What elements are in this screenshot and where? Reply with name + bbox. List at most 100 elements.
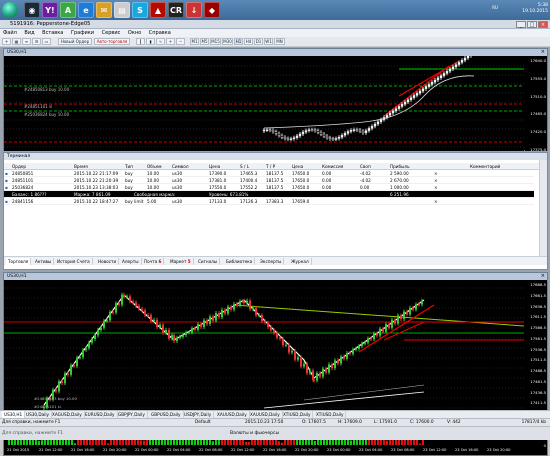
chart-main-plot[interactable]: #24850813 buy 10.00 #24851101 sl: [4, 280, 524, 415]
order-row[interactable]: ▪ 24850851 2015.10.22 21:17:09 buy 10.00 us30…: [4, 170, 534, 177]
order-price: 17550.0: [209, 185, 227, 190]
timeframe-w1[interactable]: W1: [264, 38, 273, 45]
new-order-button[interactable]: Новый Ордер: [58, 38, 92, 45]
candle-body: [370, 126, 374, 129]
skype-icon[interactable]: S: [132, 2, 148, 18]
tab-mailbox[interactable]: Почта 6: [142, 258, 165, 265]
timeframe-m5[interactable]: M5: [200, 38, 209, 45]
terminal-icon[interactable]: ▭: [42, 38, 51, 45]
auto-trading-button[interactable]: Авто-торговля: [94, 38, 130, 45]
zoom-out-icon[interactable]: −: [176, 38, 185, 45]
timeframe-h4[interactable]: H4: [244, 38, 253, 45]
zoom-in-icon[interactable]: +: [166, 38, 175, 45]
close-order-icon[interactable]: ×: [434, 170, 438, 177]
col-volume[interactable]: Объем: [147, 163, 162, 170]
chart-window-top[interactable]: US30,H1 × US30,H1 17622.0 17639.0 17622.…: [3, 48, 548, 152]
tab-alerts[interactable]: Алерты: [120, 258, 142, 265]
pending-close-icon[interactable]: ×: [434, 198, 438, 205]
timeframe-m30[interactable]: M30: [222, 38, 233, 45]
histogram-bar: [311, 439, 313, 445]
menu-insert[interactable]: Вставка: [42, 30, 63, 36]
bar-chart-icon[interactable]: ┃: [136, 38, 145, 45]
tab-library[interactable]: Библиотека: [224, 258, 256, 265]
candle-body: [182, 335, 184, 337]
candle-body: [123, 294, 125, 297]
candle-body: [282, 338, 284, 346]
market-watch-icon[interactable]: ≡: [22, 38, 31, 45]
minimize-icon[interactable]: _: [516, 21, 526, 28]
close-icon[interactable]: ×: [538, 21, 548, 28]
col-commission[interactable]: Комиссия: [322, 163, 343, 170]
tab-signals[interactable]: Сигналы: [196, 258, 221, 265]
col-order[interactable]: Ордер: [12, 163, 26, 170]
menu-tools[interactable]: Сервис: [102, 30, 121, 36]
maximize-icon[interactable]: □: [527, 21, 537, 28]
new-chart-icon[interactable]: +: [2, 38, 11, 45]
candle-body: [309, 370, 311, 374]
menu-file[interactable]: Файл: [3, 30, 17, 36]
col-symbol[interactable]: Символ: [172, 163, 189, 170]
close-icon[interactable]: ×: [541, 49, 545, 56]
col-price[interactable]: Цена: [209, 163, 220, 170]
candle-body: [168, 329, 170, 339]
tab-news[interactable]: Новости: [96, 258, 120, 265]
col-swap[interactable]: Своп: [360, 163, 371, 170]
timeframe-m15[interactable]: M15: [210, 38, 221, 45]
menu-window[interactable]: Окно: [128, 30, 141, 36]
candle-chart-icon[interactable]: ▮: [146, 38, 155, 45]
language-indicator[interactable]: RU: [492, 5, 498, 13]
tab-market[interactable]: Маркет 5: [168, 258, 194, 265]
candle-body: [364, 342, 366, 344]
timeframe-m1[interactable]: M1: [190, 38, 199, 45]
line-chart-icon[interactable]: ∿: [156, 38, 165, 45]
menu-charts[interactable]: Графики: [71, 30, 94, 36]
margin-level: Уровень: 673.81%: [209, 192, 249, 197]
tab-experts[interactable]: Эксперты: [258, 258, 285, 265]
col-profit[interactable]: Прибыль: [390, 163, 410, 170]
order-row[interactable]: ▪ 24851101 2015.10.22 21:20:39 buy 10.00 us30…: [4, 177, 534, 184]
tab-exposure[interactable]: Активы: [33, 258, 55, 265]
menu-help[interactable]: Справка: [149, 30, 171, 36]
menu-view[interactable]: Вид: [24, 30, 34, 36]
pending-order-row[interactable]: ▪ 24841156 2015.10.22 18:47:27 buy limit…: [4, 198, 534, 205]
tab-trade[interactable]: Торговля: [6, 258, 32, 265]
close-order-icon[interactable]: ×: [434, 177, 438, 184]
clock[interactable]: 5:38 19.10.2015: [518, 3, 548, 15]
candle-body: [265, 129, 269, 131]
col-time[interactable]: Время: [74, 163, 88, 170]
col-tp[interactable]: T / P: [266, 163, 275, 170]
timeframe-d1[interactable]: D1: [254, 38, 263, 45]
timeframe-mn[interactable]: MN: [274, 38, 285, 45]
balance-label: Баланс: 1 86???: [12, 192, 47, 197]
col-sl[interactable]: S / L: [240, 163, 249, 170]
candle-body: [373, 123, 377, 127]
navigator-icon[interactable]: ☰: [32, 38, 41, 45]
col-type[interactable]: Тип: [125, 163, 133, 170]
mail-icon[interactable]: ✉: [96, 2, 112, 18]
close-order-icon[interactable]: ×: [434, 184, 438, 191]
file-icon[interactable]: ▤: [114, 2, 130, 18]
candle-body: [109, 312, 111, 321]
candle-body: [376, 121, 380, 125]
pdf2-icon[interactable]: ◆: [204, 2, 220, 18]
close-icon[interactable]: ×: [541, 273, 545, 280]
steam-icon[interactable]: ◉: [24, 2, 40, 18]
chart-top-plot[interactable]: #24850813 buy 10.00 #24851101 sl #25036824…: [4, 56, 524, 151]
pdf-icon[interactable]: ▲: [150, 2, 166, 18]
download-icon[interactable]: ↓: [186, 2, 202, 18]
start-button[interactable]: [2, 2, 18, 18]
app-a-icon[interactable]: A: [60, 2, 76, 18]
order-row[interactable]: ▪ 25036824 2015.10.23 13:38:03 buy 10.00 us30…: [4, 184, 534, 191]
order-id: 24850851: [12, 171, 34, 176]
ie-icon[interactable]: e: [78, 2, 94, 18]
tab-journal[interactable]: Журнал: [289, 258, 312, 265]
yahoo-icon[interactable]: Y!: [42, 2, 58, 18]
timeframe-h1[interactable]: H1: [234, 38, 243, 45]
tab-account-history[interactable]: История Счета: [55, 258, 93, 265]
candle-body: [67, 373, 69, 375]
profiles-icon[interactable]: ▦: [12, 38, 21, 45]
col-current-price[interactable]: Цена: [292, 163, 303, 170]
terminal-scrollbar[interactable]: [539, 160, 547, 256]
col-comment[interactable]: Комментарий: [470, 163, 500, 170]
cr-icon[interactable]: CR: [168, 2, 184, 18]
